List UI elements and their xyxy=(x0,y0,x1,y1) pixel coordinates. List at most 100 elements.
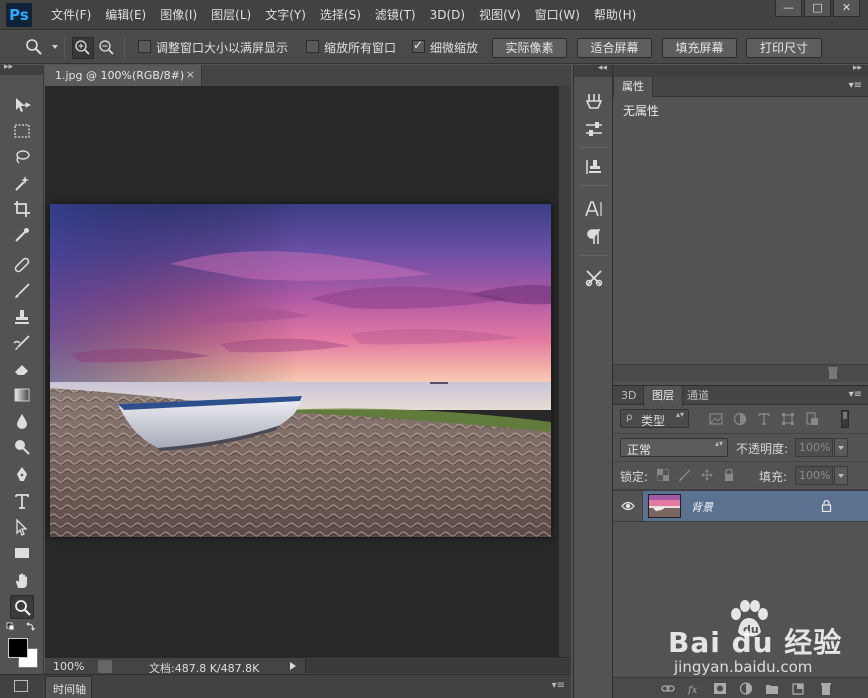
tab-properties[interactable]: 属性 xyxy=(613,77,653,97)
canvas-horizontal-scrollbar[interactable] xyxy=(305,659,571,673)
pixel-filter-icon[interactable] xyxy=(709,412,723,426)
layers-panel-menu-icon[interactable]: ▾≡ xyxy=(849,389,862,400)
minimize-button[interactable]: — xyxy=(775,0,802,17)
trash-icon[interactable] xyxy=(828,367,838,379)
tab-layers[interactable]: 图层 xyxy=(643,386,683,406)
hand-tool-button[interactable] xyxy=(10,569,34,593)
document-profile-icon[interactable] xyxy=(98,660,112,673)
move-tool-button[interactable] xyxy=(10,93,34,117)
timeline-tab[interactable]: 时间轴 xyxy=(45,676,92,698)
collapse-tools-icon[interactable]: ▸▸ xyxy=(4,62,13,72)
add-mask-icon[interactable] xyxy=(713,682,727,695)
lock-all-icon[interactable] xyxy=(723,469,735,481)
rectangle-tool-button[interactable] xyxy=(10,541,34,565)
zoom-tool-preset-icon[interactable] xyxy=(24,37,44,57)
fill-dropdown-icon[interactable] xyxy=(834,466,848,485)
close-button[interactable]: ✕ xyxy=(833,0,860,17)
layer-style-fx-icon[interactable]: fx xyxy=(687,682,701,695)
lasso-tool-button[interactable] xyxy=(10,145,34,169)
resize-windows-checkbox[interactable] xyxy=(138,40,151,53)
icon-strip-header[interactable]: ◂◂ xyxy=(574,63,612,77)
tools-panel-header[interactable]: ▸▸ xyxy=(0,62,43,75)
menu-item-2[interactable]: 图像(I) xyxy=(153,0,204,30)
menu-item-3[interactable]: 图层(L) xyxy=(204,0,258,30)
history-brush-tool-button[interactable] xyxy=(10,331,34,355)
opacity-dropdown-icon[interactable] xyxy=(834,438,848,457)
delete-layer-trash-icon[interactable] xyxy=(819,682,833,695)
foreground-color-swatch[interactable] xyxy=(8,638,28,658)
opacity-field[interactable]: 100% xyxy=(795,438,833,457)
character-icon[interactable] xyxy=(584,199,604,219)
menu-item-1[interactable]: 编辑(E) xyxy=(98,0,153,30)
maximize-button[interactable]: □ xyxy=(804,0,831,17)
print-size-button[interactable]: 打印尺寸 xyxy=(746,38,822,58)
menu-item-4[interactable]: 文字(Y) xyxy=(258,0,313,30)
menu-item-9[interactable]: 窗口(W) xyxy=(528,0,587,30)
smart-object-filter-icon[interactable] xyxy=(805,412,819,426)
crop-tool-button[interactable] xyxy=(10,197,34,221)
link-layers-icon[interactable] xyxy=(661,682,675,695)
gradient-tool-button[interactable] xyxy=(10,383,34,407)
menu-item-5[interactable]: 选择(S) xyxy=(313,0,368,30)
adjustment-filter-icon[interactable] xyxy=(733,412,747,426)
fit-screen-button[interactable]: 适合屏幕 xyxy=(577,38,652,58)
layer-name[interactable]: 背景 xyxy=(691,499,713,515)
adjustments-icon[interactable] xyxy=(584,119,604,139)
zoom-in-button[interactable] xyxy=(72,37,94,59)
canvas-vertical-scrollbar[interactable] xyxy=(558,86,571,657)
status-menu-arrow-icon[interactable] xyxy=(290,662,296,670)
zoom-all-windows-checkbox[interactable] xyxy=(306,40,319,53)
layer-visibility-cell[interactable] xyxy=(613,491,643,521)
healing-brush-tool-button[interactable] xyxy=(10,253,34,277)
lock-transparent-icon[interactable] xyxy=(657,469,669,481)
menu-item-10[interactable]: 帮助(H) xyxy=(587,0,643,30)
clone-stamp-tool-button[interactable] xyxy=(10,305,34,329)
tool-preset-dropdown-icon[interactable] xyxy=(52,45,58,49)
shape-filter-icon[interactable] xyxy=(781,412,795,426)
menu-item-0[interactable]: 文件(F) xyxy=(44,0,98,30)
new-adjustment-layer-icon[interactable] xyxy=(739,682,753,695)
lock-pixels-brush-icon[interactable] xyxy=(679,469,691,481)
close-document-icon[interactable]: × xyxy=(186,68,195,81)
type-filter-icon[interactable] xyxy=(757,412,771,426)
paragraph-icon[interactable] xyxy=(584,227,604,247)
zoom-tool-button[interactable] xyxy=(10,595,34,619)
properties-panel-header[interactable]: ▸▸ xyxy=(613,63,868,77)
blend-mode-select[interactable]: 正常 ▴▾ xyxy=(620,438,728,457)
collapse-strip-icon[interactable]: ◂◂ xyxy=(598,63,607,73)
fill-screen-button[interactable]: 填充屏幕 xyxy=(662,38,737,58)
lock-position-move-icon[interactable] xyxy=(701,469,713,481)
actual-pixels-button[interactable]: 实际像素 xyxy=(492,38,567,58)
new-layer-icon[interactable] xyxy=(791,682,805,695)
dodge-tool-button[interactable] xyxy=(10,435,34,459)
new-group-folder-icon[interactable] xyxy=(765,682,779,695)
collapse-panels-icon[interactable]: ▸▸ xyxy=(853,63,862,73)
type-tool-button[interactable] xyxy=(10,489,34,513)
layer-filter-select[interactable]: ρ 类型 ▴▾ xyxy=(620,409,689,428)
layer-thumbnail[interactable] xyxy=(648,494,681,518)
blur-tool-button[interactable] xyxy=(10,409,34,433)
tool-presets-icon[interactable] xyxy=(584,268,604,288)
default-colors-icon[interactable] xyxy=(6,622,38,632)
eyedropper-tool-button[interactable] xyxy=(10,223,34,247)
zoom-level-field[interactable]: 100% xyxy=(53,660,84,673)
document-tab[interactable]: 1.jpg @ 100%(RGB/8#) × xyxy=(45,65,202,86)
timeline-panel-menu-icon[interactable]: ▾≡ xyxy=(552,680,565,691)
scrubby-zoom-checkbox[interactable] xyxy=(412,38,425,53)
timeline-icon[interactable] xyxy=(14,680,28,692)
marquee-tool-button[interactable] xyxy=(10,119,34,143)
magic-wand-tool-button[interactable] xyxy=(10,171,34,195)
menu-item-8[interactable]: 视图(V) xyxy=(472,0,528,30)
eye-icon[interactable] xyxy=(621,500,635,512)
brush-tool-button[interactable] xyxy=(10,279,34,303)
history-icon[interactable] xyxy=(584,91,604,111)
pen-tool-button[interactable] xyxy=(10,463,34,487)
menu-item-7[interactable]: 3D(D) xyxy=(423,0,472,30)
filter-toggle-switch[interactable] xyxy=(841,410,849,428)
eraser-tool-button[interactable] xyxy=(10,357,34,381)
fill-field[interactable]: 100% xyxy=(795,466,833,485)
layer-row[interactable]: 背景 xyxy=(613,490,868,522)
path-selection-tool-button[interactable] xyxy=(10,515,34,539)
tab-channels[interactable]: 通道 xyxy=(679,386,717,406)
tab-3d[interactable]: 3D xyxy=(613,386,644,406)
